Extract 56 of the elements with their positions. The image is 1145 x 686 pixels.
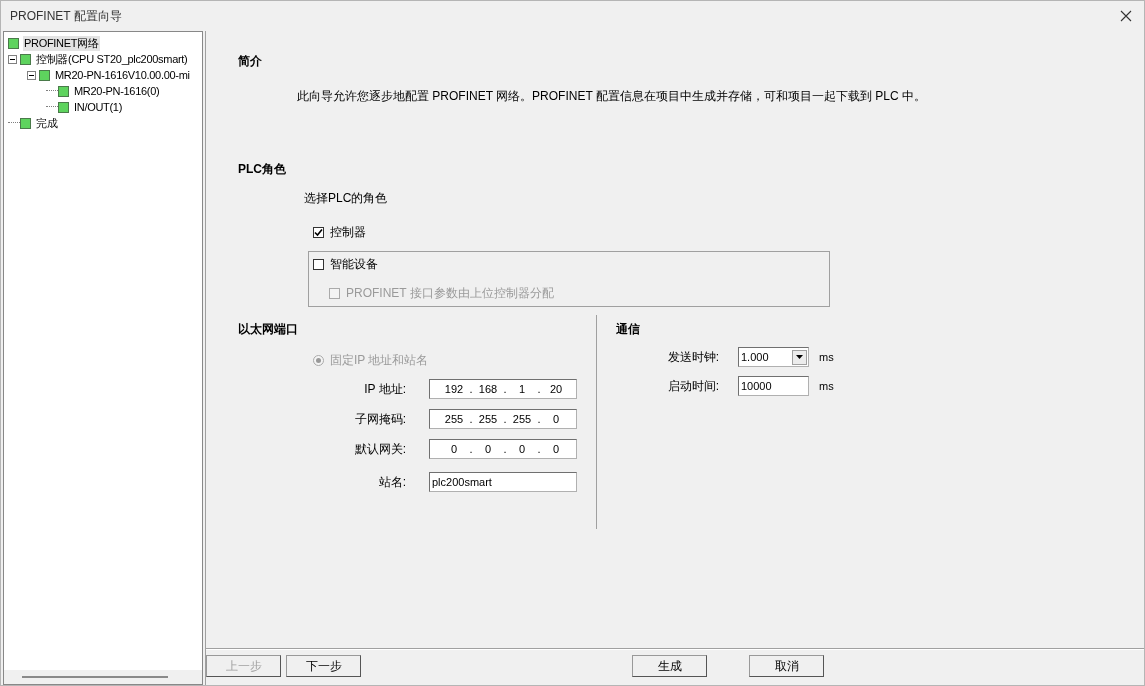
wizard-button[interactable]: 下一步 (286, 655, 361, 677)
wizard-button[interactable]: 生成 (632, 655, 707, 677)
node-icon (20, 53, 31, 65)
caret-icon[interactable] (796, 355, 803, 359)
field-label: 默认网关: (353, 440, 406, 458)
wizard-button[interactable]: 取消 (749, 655, 824, 677)
text-field[interactable]: plc200smart (429, 472, 577, 492)
checkbox-label: 控制器 (330, 224, 366, 241)
tree-item[interactable]: IN/OUT(1) (73, 101, 124, 113)
checkbox-label: PROFINET 接口参数由上位控制器分配 (346, 285, 554, 302)
ip-separator: . (469, 383, 473, 395)
window-title: PROFINET 配置向导 (10, 7, 122, 25)
ip-separator: . (537, 443, 541, 455)
collapse-icon[interactable] (27, 70, 36, 80)
tree-item[interactable]: 控制器(CPU ST20_plc200smart) (35, 51, 189, 67)
section-heading: 简介 (238, 53, 263, 70)
ip-separator: . (503, 383, 507, 395)
ip-separator: . (469, 413, 473, 425)
ip-address-field[interactable]: 0 . 0 . 0 . 0 (429, 439, 577, 459)
close-icon[interactable] (1120, 10, 1132, 22)
tree-item[interactable]: MR20-PN-1616V10.00.00-mi (54, 69, 191, 81)
checkbox-label: 智能设备 (330, 256, 378, 273)
scrollbar[interactable] (4, 670, 202, 684)
node-icon (58, 85, 69, 97)
checkbox[interactable] (313, 259, 324, 270)
ip-separator: . (537, 413, 541, 425)
intro-text: 此向导允许您逐步地配置 PROFINET 网络。PROFINET 配置信息在项目中生成并存储，可和项目一起下载到 PLC 中。 (297, 88, 927, 105)
field-label: 站名: (377, 473, 406, 491)
dropdown[interactable]: 1.000 (738, 347, 809, 367)
prompt-text: 选择PLC的角色 (304, 190, 389, 207)
ip-address-field[interactable]: 192 . 168 . 1 . 20 (429, 379, 577, 399)
field-label: 发送时钟: (666, 348, 719, 366)
collapse-icon[interactable] (8, 54, 17, 64)
field-label: 子网掩码: (353, 410, 406, 428)
ip-address-field[interactable]: 255 . 255 . 255 . 0 (429, 409, 577, 429)
radio-label: 固定IP 地址和站名 (330, 352, 429, 369)
node-icon (20, 117, 31, 129)
node-icon (58, 101, 69, 113)
unit-label: ms (819, 380, 834, 392)
field-label: IP 地址: (363, 380, 406, 398)
tree-item[interactable]: PROFINET网络 (23, 35, 100, 51)
ip-separator: . (537, 383, 541, 395)
node-icon (8, 37, 19, 49)
unit-label: ms (819, 351, 834, 363)
node-icon (39, 69, 50, 81)
tree-item[interactable]: MR20-PN-1616(0) (73, 85, 161, 97)
field-label: 启动时间: (666, 377, 719, 395)
section-heading: 以太网端口 (238, 321, 299, 338)
checkbox[interactable] (313, 227, 324, 238)
ip-separator: . (503, 413, 507, 425)
tree-item[interactable]: 完成 (35, 115, 59, 131)
ip-separator: . (503, 443, 507, 455)
text-field[interactable]: 10000 (738, 376, 809, 396)
section-heading: PLC角色 (238, 161, 287, 178)
ip-separator: . (469, 443, 473, 455)
section-heading: 通信 (616, 321, 641, 338)
